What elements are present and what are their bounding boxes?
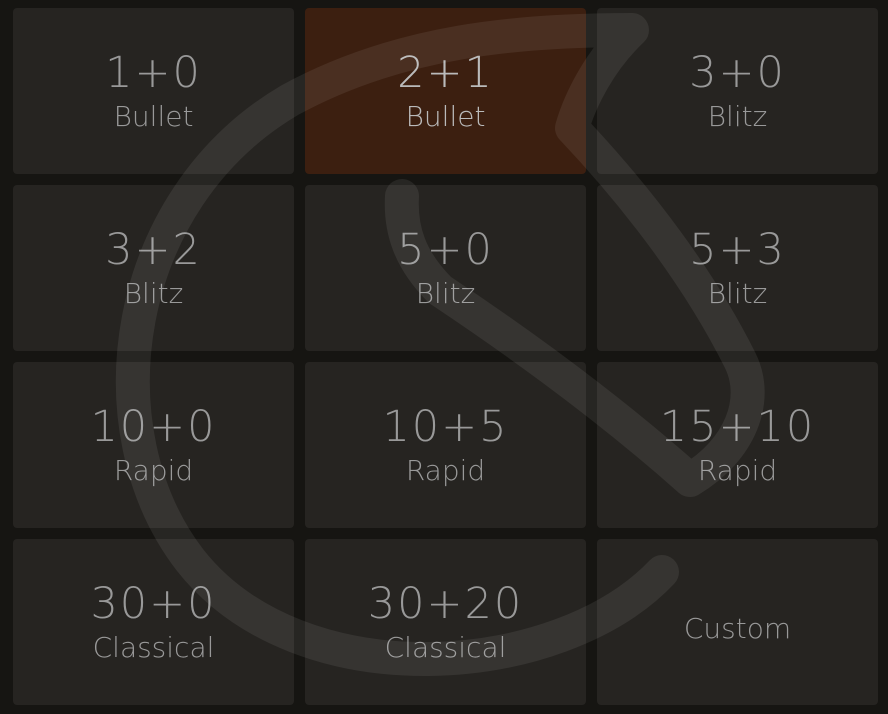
pool-tile-15-10-rapid[interactable]: 15+10 Rapid xyxy=(597,362,878,528)
pool-tile-10-0-rapid[interactable]: 10+0 Rapid xyxy=(13,362,294,528)
pool-perf: Blitz xyxy=(123,277,184,311)
pool-clock: 3+2 xyxy=(105,225,202,276)
pool-perf: Bullet xyxy=(405,100,486,134)
pool-clock: 1+0 xyxy=(105,48,202,99)
pool-clock: 10+0 xyxy=(90,402,217,453)
pool-tile-30-0-classical[interactable]: 30+0 Classical xyxy=(13,539,294,705)
pool-perf: Blitz xyxy=(707,277,768,311)
pool-clock: 30+0 xyxy=(90,579,217,630)
pool-perf: Classical xyxy=(92,631,215,665)
pool-tile-1-0-bullet[interactable]: 1+0 Bullet xyxy=(13,8,294,174)
pool-perf: Bullet xyxy=(113,100,194,134)
pool-tile-3-0-blitz[interactable]: 3+0 Blitz xyxy=(597,8,878,174)
pool-clock: 15+10 xyxy=(659,402,816,453)
pool-clock: 30+20 xyxy=(367,579,524,630)
quick-pairing-grid: 1+0 Bullet 2+1 Bullet 3+0 Blitz 3+2 Blit… xyxy=(13,8,878,705)
pool-tile-30-20-classical[interactable]: 30+20 Classical xyxy=(305,539,586,705)
pool-perf: Classical xyxy=(384,631,507,665)
pool-clock: 10+5 xyxy=(382,402,509,453)
custom-label: Custom xyxy=(683,611,792,645)
pool-perf: Rapid xyxy=(697,454,778,488)
pool-perf: Blitz xyxy=(707,100,768,134)
pool-perf: Rapid xyxy=(113,454,194,488)
pool-tile-3-2-blitz[interactable]: 3+2 Blitz xyxy=(13,185,294,351)
pool-clock: 2+1 xyxy=(397,48,494,99)
pool-perf: Blitz xyxy=(415,277,476,311)
pool-perf: Rapid xyxy=(405,454,486,488)
pool-tile-2-1-bullet[interactable]: 2+1 Bullet xyxy=(305,8,586,174)
pool-clock: 5+0 xyxy=(397,225,494,276)
pool-tile-5-3-blitz[interactable]: 5+3 Blitz xyxy=(597,185,878,351)
pool-tile-10-5-rapid[interactable]: 10+5 Rapid xyxy=(305,362,586,528)
custom-game-button[interactable]: Custom xyxy=(597,539,878,705)
pool-clock: 3+0 xyxy=(689,48,786,99)
pool-clock: 5+3 xyxy=(689,225,786,276)
pool-tile-5-0-blitz[interactable]: 5+0 Blitz xyxy=(305,185,586,351)
